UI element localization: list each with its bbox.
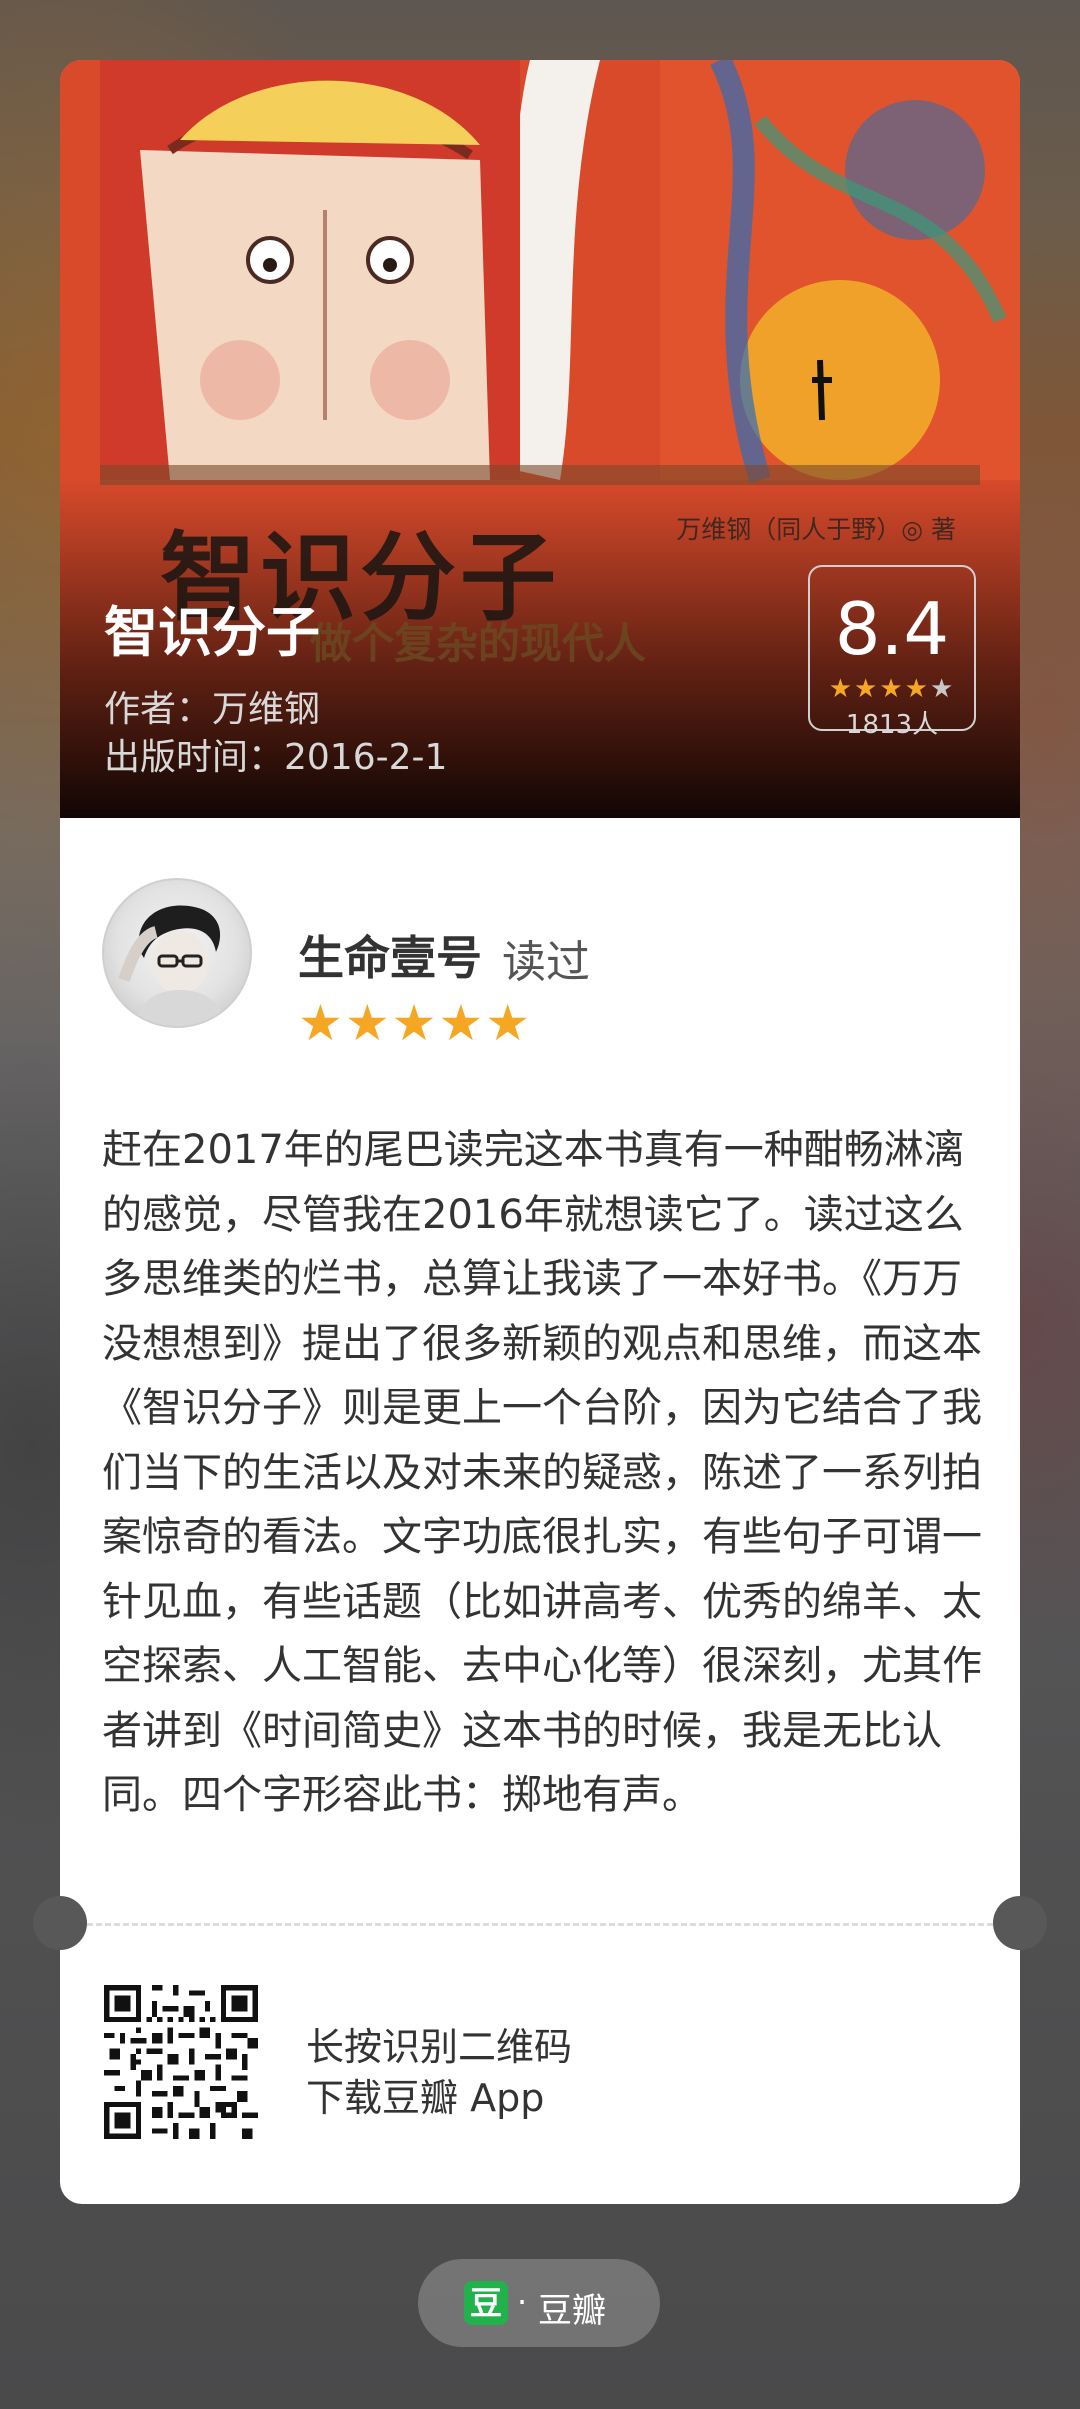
avatar [102, 878, 252, 1028]
douban-logo-icon: 豆 [464, 2281, 508, 2325]
reviewer-action: 读过 [502, 937, 590, 988]
reviewer-name: 生命壹号 [298, 931, 482, 985]
rating-badge: 8.4 ★★★★★ 1813人 [808, 565, 976, 740]
reviewer-stars: ★★★★★ [298, 994, 533, 1052]
brand-separator: · [517, 2283, 528, 2321]
book-cover: 智识分子 做个复杂的现代人 万维钢（同人于野）◎ 著 智识分子 作者：万维钢 出… [60, 60, 1020, 818]
qr-hint-line1: 长按识别二维码 [306, 2025, 573, 2069]
douban-brand-pill: 豆 · 豆瓣 [418, 2259, 660, 2347]
brand-name: 豆瓣 [538, 2291, 606, 2331]
rating-score: 8.4 [834, 587, 950, 671]
star-icon: ★ [929, 674, 956, 704]
star-icon: ★ [854, 674, 880, 704]
ticket-notch-left [33, 1896, 87, 1950]
ticket-notch-right [993, 1896, 1047, 1950]
book-title: 智识分子 [104, 601, 320, 664]
qr-hint-line2: 下载豆瓣 App [306, 2076, 545, 2120]
rating-stars: ★★★★★ [810, 676, 974, 702]
cover-art-subtitle: 做个复杂的现代人 [310, 619, 647, 668]
avatar-portrait-icon [118, 905, 226, 1026]
rating-count: 1813人 [845, 710, 939, 740]
cover-art-author: 万维钢（同人于野）◎ 著 [676, 515, 956, 544]
star-icon: ★ [904, 674, 930, 704]
perforation-divider [60, 1923, 1020, 1926]
book-author: 作者：万维钢 [104, 689, 321, 730]
book-publish-date: 出版时间：2016-2-1 [104, 737, 448, 778]
review-text: 赶在2017年的尾巴读完这本书真有一种酣畅淋漓的感觉，尽管我在2016年就想读它… [102, 1127, 982, 1818]
star-icon: ★ [828, 674, 855, 704]
star-icon: ★ [879, 674, 905, 704]
qr-code-icon[interactable] [104, 1985, 258, 2139]
share-card: 智识分子 做个复杂的现代人 万维钢（同人于野）◎ 著 智识分子 作者：万维钢 出… [60, 60, 1020, 2204]
